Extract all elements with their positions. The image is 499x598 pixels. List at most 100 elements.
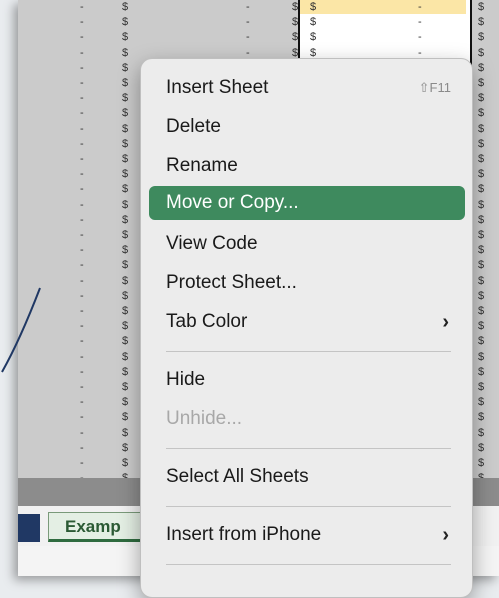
currency-cell[interactable]: $ — [292, 1, 298, 13]
currency-cell[interactable]: $ — [478, 366, 484, 378]
currency-cell[interactable]: $ — [122, 1, 128, 13]
currency-cell[interactable]: $ — [122, 457, 128, 469]
currency-cell[interactable]: $ — [122, 107, 128, 119]
dash-cell[interactable]: - — [80, 442, 84, 454]
currency-cell[interactable]: $ — [122, 138, 128, 150]
currency-cell[interactable]: $ — [122, 427, 128, 439]
currency-cell[interactable]: $ — [122, 92, 128, 104]
currency-cell[interactable]: $ — [478, 411, 484, 423]
menu-item-select-all-sheets[interactable]: Select All Sheets — [149, 460, 465, 494]
dash-cell[interactable]: - — [80, 320, 84, 332]
dash-cell[interactable]: - — [80, 411, 84, 423]
currency-cell[interactable]: $ — [122, 123, 128, 135]
currency-cell[interactable]: $ — [478, 442, 484, 454]
currency-cell[interactable]: $ — [310, 31, 316, 43]
currency-cell[interactable]: $ — [478, 275, 484, 287]
dash-cell[interactable]: - — [80, 92, 84, 104]
currency-cell[interactable]: $ — [122, 62, 128, 74]
currency-cell[interactable]: $ — [478, 335, 484, 347]
menu-item-protect-sheet[interactable]: Protect Sheet... — [149, 266, 465, 300]
dash-cell[interactable]: - — [80, 290, 84, 302]
currency-cell[interactable]: $ — [122, 275, 128, 287]
currency-cell[interactable]: $ — [122, 199, 128, 211]
dash-cell[interactable]: - — [80, 214, 84, 226]
menu-item-view-code[interactable]: View Code — [149, 227, 465, 261]
currency-cell[interactable]: $ — [122, 183, 128, 195]
dash-cell[interactable]: - — [80, 427, 84, 439]
currency-cell[interactable]: $ — [292, 31, 298, 43]
currency-cell[interactable]: $ — [310, 47, 316, 59]
currency-cell[interactable]: $ — [122, 77, 128, 89]
currency-cell[interactable]: $ — [478, 1, 484, 13]
currency-cell[interactable]: $ — [478, 214, 484, 226]
dash-cell[interactable]: - — [80, 138, 84, 150]
dash-cell[interactable]: - — [418, 16, 422, 28]
currency-cell[interactable]: $ — [122, 229, 128, 241]
currency-cell[interactable]: $ — [478, 199, 484, 211]
dash-cell[interactable]: - — [80, 123, 84, 135]
currency-cell[interactable]: $ — [478, 92, 484, 104]
currency-cell[interactable]: $ — [122, 47, 128, 59]
currency-cell[interactable]: $ — [478, 183, 484, 195]
dash-cell[interactable]: - — [246, 47, 250, 59]
dash-cell[interactable]: - — [80, 199, 84, 211]
dash-cell[interactable]: - — [80, 168, 84, 180]
dash-cell[interactable]: - — [80, 229, 84, 241]
dash-cell[interactable]: - — [80, 183, 84, 195]
currency-cell[interactable]: $ — [478, 153, 484, 165]
currency-cell[interactable]: $ — [122, 16, 128, 28]
currency-cell[interactable]: $ — [478, 168, 484, 180]
currency-cell[interactable]: $ — [122, 305, 128, 317]
currency-cell[interactable]: $ — [122, 335, 128, 347]
currency-cell[interactable]: $ — [478, 427, 484, 439]
currency-cell[interactable]: $ — [122, 244, 128, 256]
dash-cell[interactable]: - — [80, 305, 84, 317]
dash-cell[interactable]: - — [80, 381, 84, 393]
dash-cell[interactable]: - — [80, 351, 84, 363]
currency-cell[interactable]: $ — [478, 290, 484, 302]
currency-cell[interactable]: $ — [478, 396, 484, 408]
currency-cell[interactable]: $ — [292, 16, 298, 28]
menu-item-insert-from-iphone[interactable]: Insert from iPhone › — [149, 518, 465, 552]
currency-cell[interactable]: $ — [122, 259, 128, 271]
currency-cell[interactable]: $ — [122, 153, 128, 165]
menu-item-tab-color[interactable]: Tab Color › — [149, 305, 465, 339]
dash-cell[interactable]: - — [80, 366, 84, 378]
dash-cell[interactable]: - — [246, 1, 250, 13]
dash-cell[interactable]: - — [418, 1, 422, 13]
currency-cell[interactable]: $ — [478, 77, 484, 89]
currency-cell[interactable]: $ — [122, 396, 128, 408]
currency-cell[interactable]: $ — [122, 411, 128, 423]
dash-cell[interactable]: - — [80, 275, 84, 287]
currency-cell[interactable]: $ — [478, 457, 484, 469]
dash-cell[interactable]: - — [80, 457, 84, 469]
dash-cell[interactable]: - — [80, 47, 84, 59]
currency-cell[interactable]: $ — [478, 31, 484, 43]
dash-cell[interactable]: - — [80, 62, 84, 74]
currency-cell[interactable]: $ — [122, 320, 128, 332]
menu-item-rename[interactable]: Rename — [149, 149, 465, 183]
currency-cell[interactable]: $ — [478, 16, 484, 28]
menu-item-delete[interactable]: Delete — [149, 110, 465, 144]
currency-cell[interactable]: $ — [478, 107, 484, 119]
dash-cell[interactable]: - — [80, 31, 84, 43]
currency-cell[interactable]: $ — [478, 123, 484, 135]
dash-cell[interactable]: - — [418, 31, 422, 43]
currency-cell[interactable]: $ — [478, 381, 484, 393]
menu-item-move-or-copy[interactable]: Move or Copy... — [149, 186, 465, 220]
dash-cell[interactable]: - — [80, 396, 84, 408]
sheet-tab-previous[interactable] — [18, 514, 40, 542]
currency-cell[interactable]: $ — [122, 31, 128, 43]
currency-cell[interactable]: $ — [478, 244, 484, 256]
currency-cell[interactable]: $ — [310, 16, 316, 28]
currency-cell[interactable]: $ — [478, 229, 484, 241]
currency-cell[interactable]: $ — [122, 168, 128, 180]
dash-cell[interactable]: - — [80, 244, 84, 256]
currency-cell[interactable]: $ — [122, 442, 128, 454]
currency-cell[interactable]: $ — [478, 305, 484, 317]
dash-cell[interactable]: - — [418, 47, 422, 59]
dash-cell[interactable]: - — [80, 77, 84, 89]
currency-cell[interactable]: $ — [122, 381, 128, 393]
highlighted-cell[interactable] — [300, 0, 466, 14]
menu-item-insert-sheet[interactable]: Insert Sheet ⇧F11 — [149, 71, 465, 105]
